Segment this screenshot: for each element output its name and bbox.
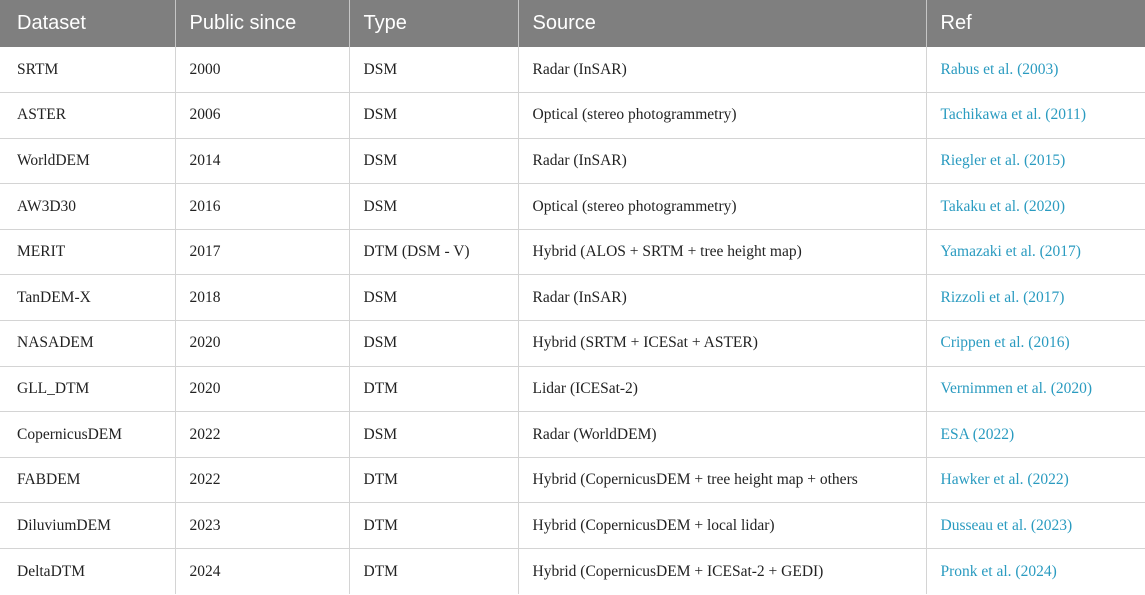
header-type: Type — [349, 0, 519, 47]
cell-ref: Riegler et al. (2015) — [926, 138, 1145, 185]
cell-public-since: 2020 — [175, 366, 350, 413]
cell-type: DSM — [349, 92, 519, 139]
table-row: NASADEM 2020 DSM Hybrid (SRTM + ICESat + AS… — [0, 320, 1145, 367]
cell-type: DSM — [349, 138, 519, 185]
cell-public-since: 2024 — [175, 548, 350, 595]
ref-link[interactable]: Rabus et al. (2003) — [941, 61, 1059, 78]
ref-link[interactable]: Dusseau et al. (2023) — [941, 517, 1073, 534]
cell-dataset: AW3D30 — [0, 183, 176, 230]
cell-dataset: WorldDEM — [0, 138, 176, 185]
header-ref: Ref — [940, 12, 972, 34]
cell-ref: Yamazaki et al. (2017) — [926, 229, 1145, 276]
cell-type: DTM — [349, 457, 519, 504]
cell-source: Hybrid (SRTM + ICESat + ASTER) — [518, 320, 927, 367]
ref-link[interactable]: Crippen et al. (2016) — [941, 334, 1070, 351]
cell-type: DTM — [349, 548, 519, 595]
dem-datasets-table: Dataset Public since Type Source Ref SRT… — [0, 0, 1145, 595]
cell-type: DSM — [349, 274, 519, 322]
cell-ref: Takaku et al. (2020) — [926, 183, 1145, 230]
cell-dataset: ASTER — [0, 92, 176, 139]
cell-ref: Dusseau et al. (2023) — [926, 502, 1145, 550]
cell-dataset: CopernicusDEM — [0, 411, 176, 458]
cell-source: Radar (InSAR) — [518, 47, 927, 94]
cell-ref: Rizzoli et al. (2017) — [926, 274, 1145, 322]
cell-type: DSM — [349, 411, 519, 458]
ref-link[interactable]: Hawker et al. (2022) — [941, 471, 1069, 488]
table-row: SRTM 2000 DSM Radar (InSAR) Rabus et al. (20… — [0, 47, 1145, 94]
table-row: TanDEM-X 2018 DSM Radar (InSAR) Rizzoli et a… — [0, 274, 1145, 322]
cell-ref: Vernimmen et al. (2020) — [926, 366, 1145, 413]
cell-source: Radar (InSAR) — [518, 274, 927, 322]
ref-link[interactable]: Rizzoli et al. (2017) — [941, 289, 1065, 306]
table-row: CopernicusDEM 2022 DSM Radar (WorldDEM) ESA … — [0, 411, 1145, 458]
cell-dataset: DeltaDTM — [0, 548, 176, 595]
header-dataset: Dataset — [0, 0, 176, 47]
ref-link[interactable]: Yamazaki et al. (2017) — [941, 243, 1081, 260]
ref-link[interactable]: Pronk et al. (2024) — [941, 563, 1057, 580]
cell-type: DSM — [349, 320, 519, 367]
ref-link[interactable]: ESA (2022) — [941, 426, 1015, 443]
table-row: GLL_DTM 2020 DTM Lidar (ICESat-2) Vernimmen … — [0, 366, 1145, 413]
ref-link[interactable]: Riegler et al. (2015) — [941, 152, 1066, 169]
cell-public-since: 2018 — [175, 274, 350, 322]
cell-ref: Rabus et al. (2003) — [926, 47, 1145, 94]
cell-source: Hybrid (CopernicusDEM + ICESat-2 + GEDI) — [518, 548, 927, 595]
header-source: Source — [518, 0, 927, 47]
table-row: FABDEM 2022 DTM Hybrid (CopernicusDEM + tre… — [0, 457, 1145, 504]
cell-source: Optical (stereo photogrammetry) — [518, 183, 927, 230]
header-public-since: Public since — [175, 0, 350, 47]
cell-ref: Hawker et al. (2022) — [926, 457, 1145, 504]
cell-ref: Pronk et al. (2024) — [926, 549, 1145, 595]
cell-dataset: FABDEM — [0, 457, 176, 504]
cell-type: DTM (DSM - V) — [349, 229, 519, 276]
ref-link[interactable]: Takaku et al. (2020) — [941, 198, 1066, 215]
cell-public-since: 2000 — [175, 47, 350, 94]
cell-source: Lidar (ICESat-2) — [518, 366, 927, 413]
cell-public-since: 2016 — [175, 183, 350, 230]
cell-type: DTM — [349, 502, 519, 550]
cell-public-since: 2017 — [175, 229, 350, 276]
cell-type: DSM — [349, 183, 519, 230]
cell-public-since: 2022 — [175, 411, 350, 458]
cell-public-since: 2022 — [175, 457, 350, 504]
cell-source: Optical (stereo photogrammetry) — [518, 92, 927, 139]
cell-dataset: GLL_DTM — [0, 366, 176, 413]
cell-source: Radar (WorldDEM) — [518, 411, 927, 458]
table-body: SRTM 2000 DSM Radar (InSAR) Rabus et al. (20… — [0, 47, 1145, 595]
cell-dataset: NASADEM — [0, 320, 176, 367]
cell-source: Hybrid (ALOS + SRTM + tree height map) — [518, 229, 927, 276]
cell-dataset: DiluviumDEM — [0, 502, 176, 550]
header-row: Dataset Public since Type Source Ref — [0, 0, 1145, 47]
table-row: DeltaDTM 2024 DTM Hybrid (CopernicusDEM + I… — [0, 548, 1145, 595]
ref-link[interactable]: Vernimmen et al. (2020) — [941, 380, 1093, 397]
cell-dataset: SRTM — [0, 47, 176, 94]
ref-link[interactable]: Tachikawa et al. (2011) — [941, 106, 1087, 123]
cell-type: DTM — [349, 366, 519, 413]
cell-public-since: 2020 — [175, 320, 350, 367]
table-header: Dataset Public since Type Source Ref — [0, 0, 1145, 47]
table-row: DiluviumDEM 2023 DTM Hybrid (CopernicusDEM … — [0, 502, 1145, 550]
cell-source: Hybrid (CopernicusDEM + local lidar) — [518, 502, 927, 550]
cell-ref: Tachikawa et al. (2011) — [926, 92, 1145, 139]
cell-public-since: 2023 — [175, 502, 350, 550]
table-row: ASTER 2006 DSM Optical (stereo photogrammet… — [0, 92, 1145, 139]
table-row: AW3D30 2016 DSM Optical (stereo photogramme… — [0, 183, 1145, 230]
cell-public-since: 2006 — [175, 92, 350, 139]
cell-public-since: 2014 — [175, 138, 350, 185]
cell-source: Radar (InSAR) — [518, 138, 927, 185]
cell-ref: Crippen et al. (2016) — [926, 320, 1145, 367]
cell-dataset: TanDEM-X — [0, 274, 176, 322]
table-row: WorldDEM 2014 DSM Radar (InSAR) Riegler et a… — [0, 138, 1145, 185]
cell-type: DSM — [349, 47, 519, 94]
cell-source: Hybrid (CopernicusDEM + tree height map … — [518, 457, 927, 504]
cell-dataset: MERIT — [0, 229, 176, 276]
table-row: MERIT 2017 DTM (DSM - V) Hybrid (ALOS + SRT… — [0, 229, 1145, 276]
cell-ref: ESA (2022) — [926, 411, 1145, 458]
